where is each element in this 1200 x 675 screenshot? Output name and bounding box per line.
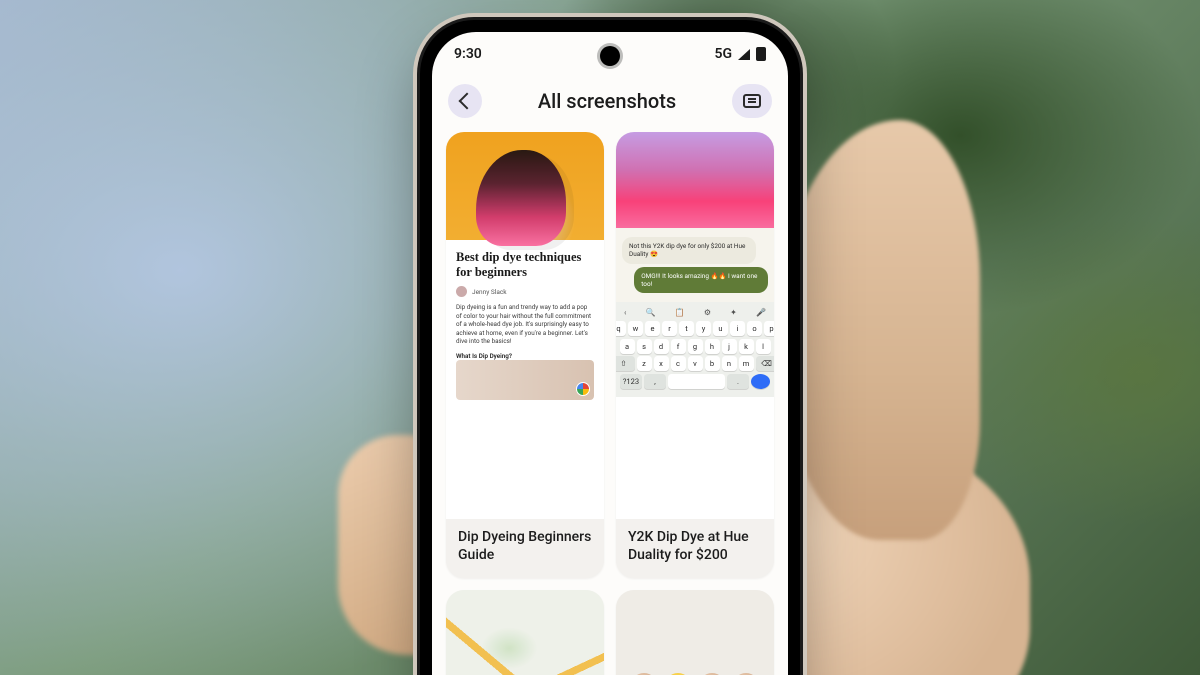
keyboard-key: ,	[644, 374, 666, 389]
screenshot-preview-map	[446, 590, 604, 675]
keyboard-key: d	[654, 339, 669, 354]
keyboard-key	[668, 374, 725, 389]
signal-icon	[738, 49, 750, 60]
chat-hero-image	[616, 132, 774, 228]
keyboard-key: r	[662, 321, 677, 336]
keyboard-key: l	[756, 339, 771, 354]
kbd-settings-icon: ⚙	[704, 308, 711, 317]
panel-icon	[743, 94, 761, 108]
article-hero-image	[446, 132, 604, 240]
arrow-left-icon	[458, 93, 475, 110]
layout-toggle-button[interactable]	[732, 84, 772, 118]
article-headline: Best dip dye techniques for beginners	[456, 250, 594, 280]
status-network-label: 5G	[714, 46, 732, 62]
keyboard-row: ⇧zxcvbnm⌫	[620, 356, 770, 371]
author-avatar	[456, 286, 467, 297]
chat-thread: Not this Y2K dip dye for only $200 at Hu…	[616, 228, 774, 302]
keyboard-key: w	[628, 321, 643, 336]
keyboard-key: v	[688, 356, 703, 371]
article-body: Best dip dye techniques for beginners Je…	[446, 240, 604, 406]
promo-stage: 9:30 5G All screenshots	[0, 0, 1200, 675]
app-header: All screenshots	[432, 76, 788, 132]
card-caption: Y2K Dip Dye at Hue Duality for $200	[616, 519, 774, 578]
keyboard-key: z	[637, 356, 652, 371]
keyboard-key: ⌫	[756, 356, 775, 371]
keyboard-key: ?123	[620, 374, 642, 389]
kbd-translate-icon: ✦	[730, 308, 737, 317]
kbd-clipboard-icon: 📋	[675, 308, 685, 317]
keyboard-row: asdfghjkl	[620, 339, 770, 354]
screenshot-grid[interactable]: Best dip dye techniques for beginners Je…	[432, 132, 788, 675]
status-right-cluster: 5G	[714, 46, 766, 62]
author-name: Jenny Slack	[472, 288, 507, 296]
keyboard-key: j	[722, 339, 737, 354]
keyboard-row: qwertyuiop	[620, 321, 770, 336]
keyboard-key: b	[705, 356, 720, 371]
screenshot-card[interactable]: 🤗	[616, 590, 774, 675]
keyboard-key: p	[764, 321, 774, 336]
people-row: 🤗	[616, 590, 774, 675]
hand-thumb	[780, 120, 980, 540]
keyboard-key: a	[620, 339, 635, 354]
chrome-icon	[576, 382, 590, 396]
keyboard-key: ⇧	[616, 356, 635, 371]
back-button[interactable]	[448, 84, 482, 118]
keyboard-key	[751, 374, 770, 389]
keyboard-key: x	[654, 356, 669, 371]
screenshot-card[interactable]: Not this Y2K dip dye for only $200 at Hu…	[616, 132, 774, 578]
keyboard-key: .	[727, 374, 749, 389]
keyboard-key: o	[747, 321, 762, 336]
keyboard-key: n	[722, 356, 737, 371]
article-inline-image	[456, 360, 594, 400]
screenshot-preview-people: 🤗	[616, 590, 774, 675]
keyboard-key: u	[713, 321, 728, 336]
keyboard-key: y	[696, 321, 711, 336]
screenshot-preview-article: Best dip dye techniques for beginners Je…	[446, 132, 604, 519]
article-byline: Jenny Slack	[456, 286, 594, 297]
screenshot-card[interactable]	[446, 590, 604, 675]
keyboard: ‹ 🔍 📋 ⚙ ✦ 🎤 qwertyuiop asdfghjkl ⇧zxcvbnm⌫…	[616, 302, 774, 397]
kbd-mic-icon: 🎤	[756, 308, 766, 317]
front-camera	[600, 46, 620, 66]
screenshot-preview-chat: Not this Y2K dip dye for only $200 at Hu…	[616, 132, 774, 519]
card-caption: Dip Dyeing Beginners Guide	[446, 519, 604, 578]
dip-dye-hair-illustration	[476, 150, 566, 246]
status-time: 9:30	[454, 46, 482, 62]
kbd-search-icon: 🔍	[646, 308, 656, 317]
article-blurb: Dip dyeing is a fun and trendy way to ad…	[456, 303, 594, 346]
phone-screen: 9:30 5G All screenshots	[432, 32, 788, 675]
keyboard-key: e	[645, 321, 660, 336]
keyboard-key: t	[679, 321, 694, 336]
keyboard-key: f	[671, 339, 686, 354]
chat-bubble-incoming: Not this Y2K dip dye for only $200 at Hu…	[622, 237, 756, 264]
keyboard-key: s	[637, 339, 652, 354]
keyboard-toolbar: ‹ 🔍 📋 ⚙ ✦ 🎤	[620, 306, 770, 321]
kbd-chevron-left-icon: ‹	[624, 308, 626, 317]
keyboard-key: k	[739, 339, 754, 354]
keyboard-row: ?123,.	[620, 374, 770, 389]
keyboard-key: q	[616, 321, 626, 336]
chat-bubble-outgoing: OMG!!! It looks amazing 🔥🔥 I want one to…	[634, 267, 768, 294]
keyboard-key: c	[671, 356, 686, 371]
keyboard-key: g	[688, 339, 703, 354]
keyboard-key: m	[739, 356, 754, 371]
screenshot-card[interactable]: Best dip dye techniques for beginners Je…	[446, 132, 604, 578]
article-subhead: What Is Dip Dyeing?	[456, 352, 594, 360]
battery-icon	[756, 47, 766, 61]
page-title: All screenshots	[538, 89, 676, 113]
phone-frame: 9:30 5G All screenshots	[420, 20, 800, 675]
map-thumbnail	[446, 590, 604, 675]
keyboard-key: h	[705, 339, 720, 354]
keyboard-key: i	[730, 321, 745, 336]
